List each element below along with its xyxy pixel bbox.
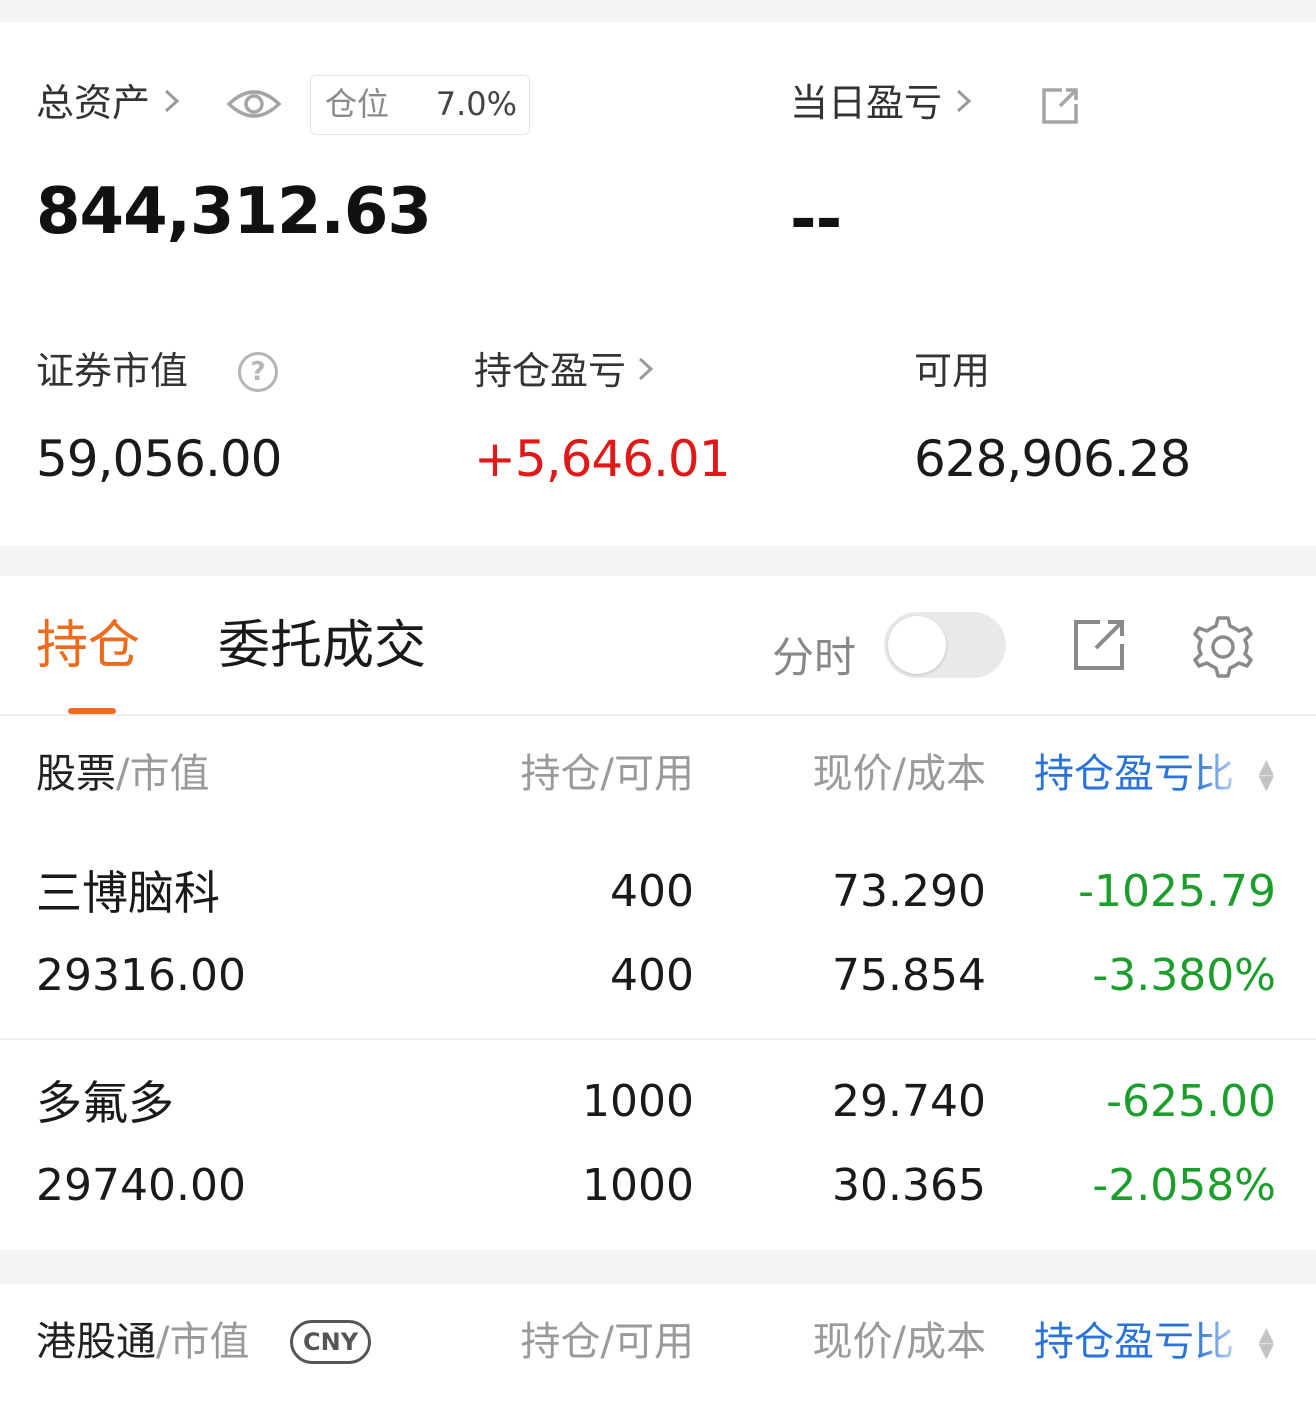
stock-pnl: -625.00 xyxy=(1106,1076,1276,1127)
table-row[interactable]: 三博脑科 29316.00 400 400 73.290 75.854 -102… xyxy=(0,826,1316,1036)
stock-market-value: 29740.00 xyxy=(36,1160,246,1211)
holding-pnl-value: +5,646.01 xyxy=(474,430,731,488)
eye-icon[interactable] xyxy=(226,84,282,128)
stock-pnl: -1025.79 xyxy=(1078,866,1276,917)
sort-icon: ▲ ▼ xyxy=(1258,1322,1274,1362)
col-header-price[interactable]: 现价/成本 xyxy=(813,754,986,794)
daily-pnl-link[interactable]: 当日盈亏 xyxy=(790,84,975,123)
stock-available: 400 xyxy=(610,950,694,1001)
stock-market-value: 29316.00 xyxy=(36,950,246,1001)
hk-title-sub: /市值 xyxy=(156,1319,250,1365)
col-header-stock-label: 股票 xyxy=(36,751,116,797)
stock-price: 29.740 xyxy=(832,1076,986,1127)
stock-pnl-pct: -2.058% xyxy=(1092,1160,1276,1211)
divider xyxy=(0,714,1316,716)
stock-cost: 30.365 xyxy=(832,1160,986,1211)
hk-col-header-position[interactable]: 持仓/可用 xyxy=(521,1322,694,1362)
stock-available: 1000 xyxy=(582,1160,694,1211)
available-value: 628,906.28 xyxy=(914,430,1191,488)
hk-title: 港股通 xyxy=(36,1319,156,1365)
table-row[interactable]: 多氟多 29740.00 1000 1000 29.740 30.365 -62… xyxy=(0,1038,1316,1248)
hk-col-header-stock[interactable]: 港股通/市值 xyxy=(36,1322,249,1362)
col-header-stock-sub: /市值 xyxy=(116,751,210,797)
asset-summary-card: 总资产 仓位 7.0% 844,312.63 当日盈亏 -- 证券市值 ? 59… xyxy=(0,22,1316,546)
col-header-position[interactable]: 持仓/可用 xyxy=(521,754,694,794)
position-ratio-badge: 仓位 7.0% xyxy=(310,75,530,135)
hk-col-header-price[interactable]: 现价/成本 xyxy=(813,1322,986,1362)
tab-orders[interactable]: 委托成交 xyxy=(218,620,426,672)
gear-icon[interactable] xyxy=(1190,614,1256,684)
market-value-header: 证券市值 xyxy=(36,352,188,390)
share-external-icon[interactable] xyxy=(1040,86,1080,130)
col-header-stock[interactable]: 股票/市值 xyxy=(36,754,209,794)
stock-position: 1000 xyxy=(582,1076,694,1127)
position-value: 7.0% xyxy=(435,85,517,123)
toggle-knob xyxy=(888,616,946,674)
hk-connect-card: 港股通/市值 CNY 持仓/可用 现价/成本 持仓盈亏比 ▲ ▼ xyxy=(0,1284,1316,1411)
stock-name: 三博脑科 xyxy=(36,866,220,920)
daily-pnl-label: 当日盈亏 xyxy=(790,81,943,125)
export-icon[interactable] xyxy=(1072,618,1126,676)
holding-pnl-label: 持仓盈亏 xyxy=(474,349,627,393)
tab-holdings[interactable]: 持仓 xyxy=(36,620,140,672)
intraday-toggle[interactable] xyxy=(884,612,1006,678)
help-icon[interactable]: ? xyxy=(238,352,278,392)
chevron-right-icon xyxy=(155,84,183,125)
stock-position: 400 xyxy=(610,866,694,917)
available-label: 可用 xyxy=(914,349,991,393)
intraday-label: 分时 xyxy=(772,633,857,682)
stock-name: 多氟多 xyxy=(36,1076,174,1130)
total-assets-value: 844,312.63 xyxy=(36,175,432,249)
position-label: 仓位 xyxy=(325,85,390,123)
market-value-label: 证券市值 xyxy=(36,349,189,393)
holding-pnl-link[interactable]: 持仓盈亏 xyxy=(474,352,657,391)
total-assets-label: 总资产 xyxy=(36,81,151,125)
total-assets-link[interactable]: 总资产 xyxy=(36,84,183,123)
stock-price: 73.290 xyxy=(832,866,986,917)
col-header-pnl[interactable]: 持仓盈亏比 ▲ ▼ xyxy=(1034,748,1274,804)
available-header: 可用 xyxy=(914,352,990,390)
currency-badge: CNY xyxy=(290,1320,372,1364)
stock-pnl-pct: -3.380% xyxy=(1092,950,1276,1001)
stock-cost: 75.854 xyxy=(832,950,986,1001)
chevron-right-icon xyxy=(631,352,657,393)
market-value: 59,056.00 xyxy=(36,430,282,488)
holdings-card: 持仓 委托成交 分时 股票/市值 持仓/可用 现价/成本 持仓盈亏比 ▲ ▼ 三博… xyxy=(0,576,1316,1250)
hk-col-header-pnl[interactable]: 持仓盈亏比 ▲ ▼ xyxy=(1034,1316,1274,1372)
sort-icon: ▲ ▼ xyxy=(1258,754,1274,794)
daily-pnl-value: -- xyxy=(790,183,842,257)
chevron-right-icon xyxy=(947,84,975,125)
